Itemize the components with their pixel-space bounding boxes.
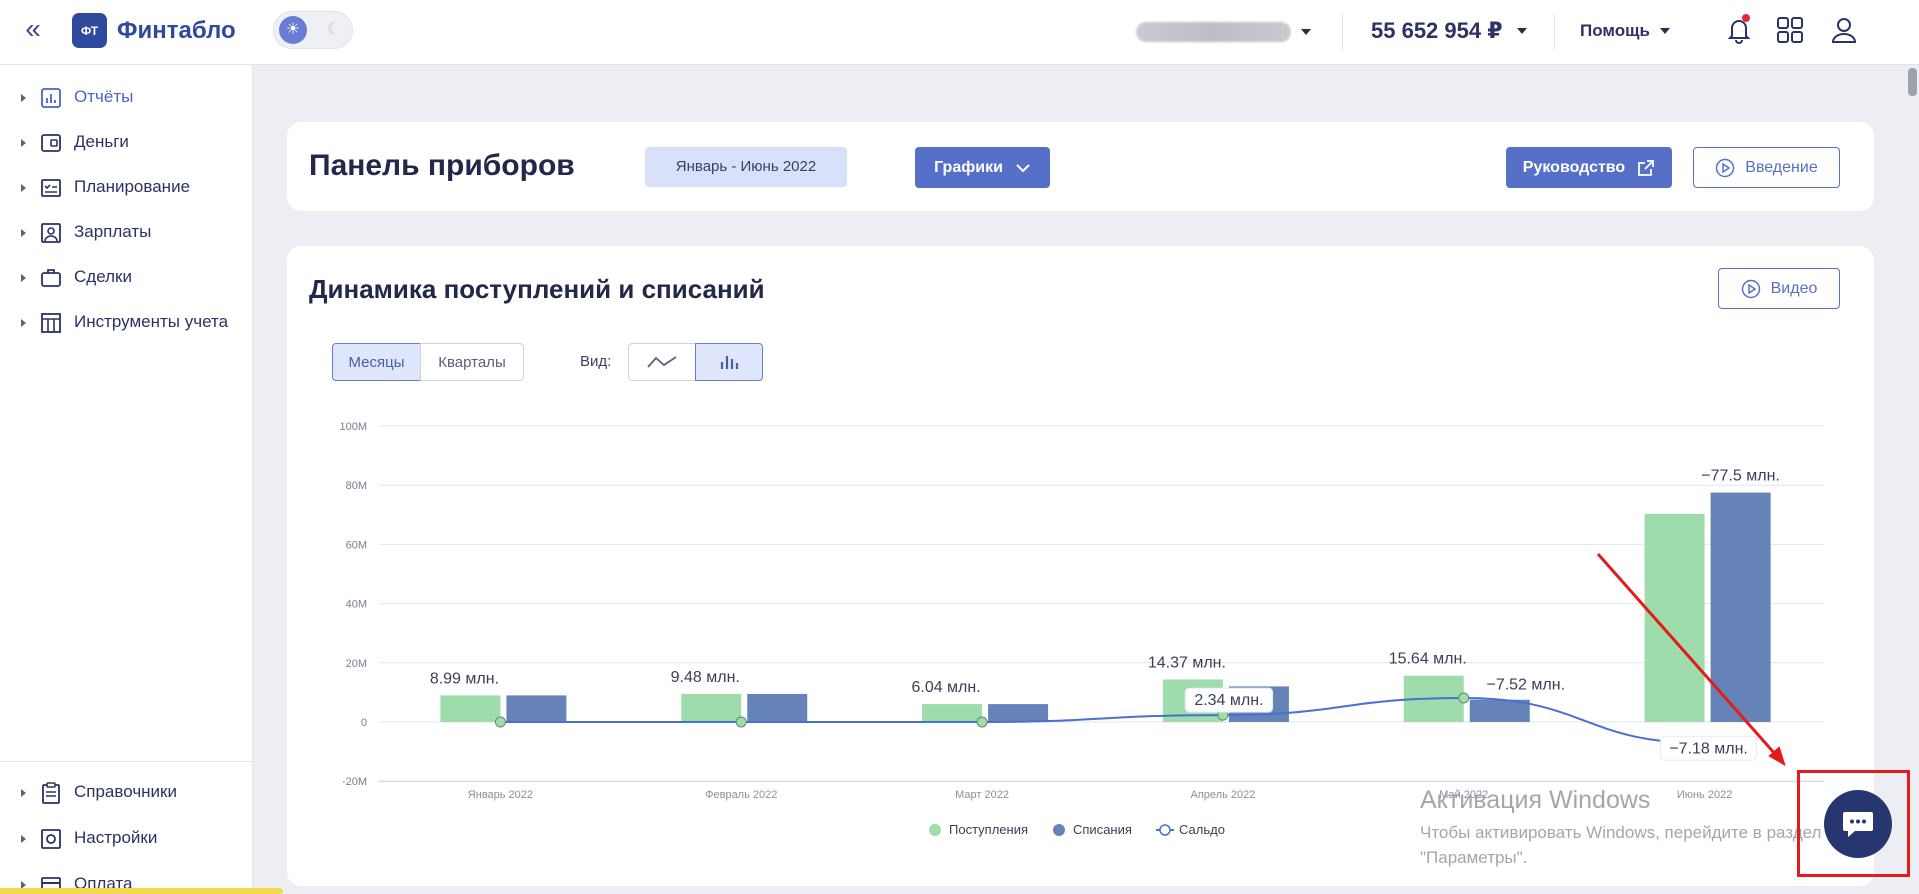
chat-bubble-icon <box>1843 812 1873 837</box>
annotation-arrow <box>1596 553 1786 767</box>
chat-button[interactable] <box>1824 790 1892 858</box>
